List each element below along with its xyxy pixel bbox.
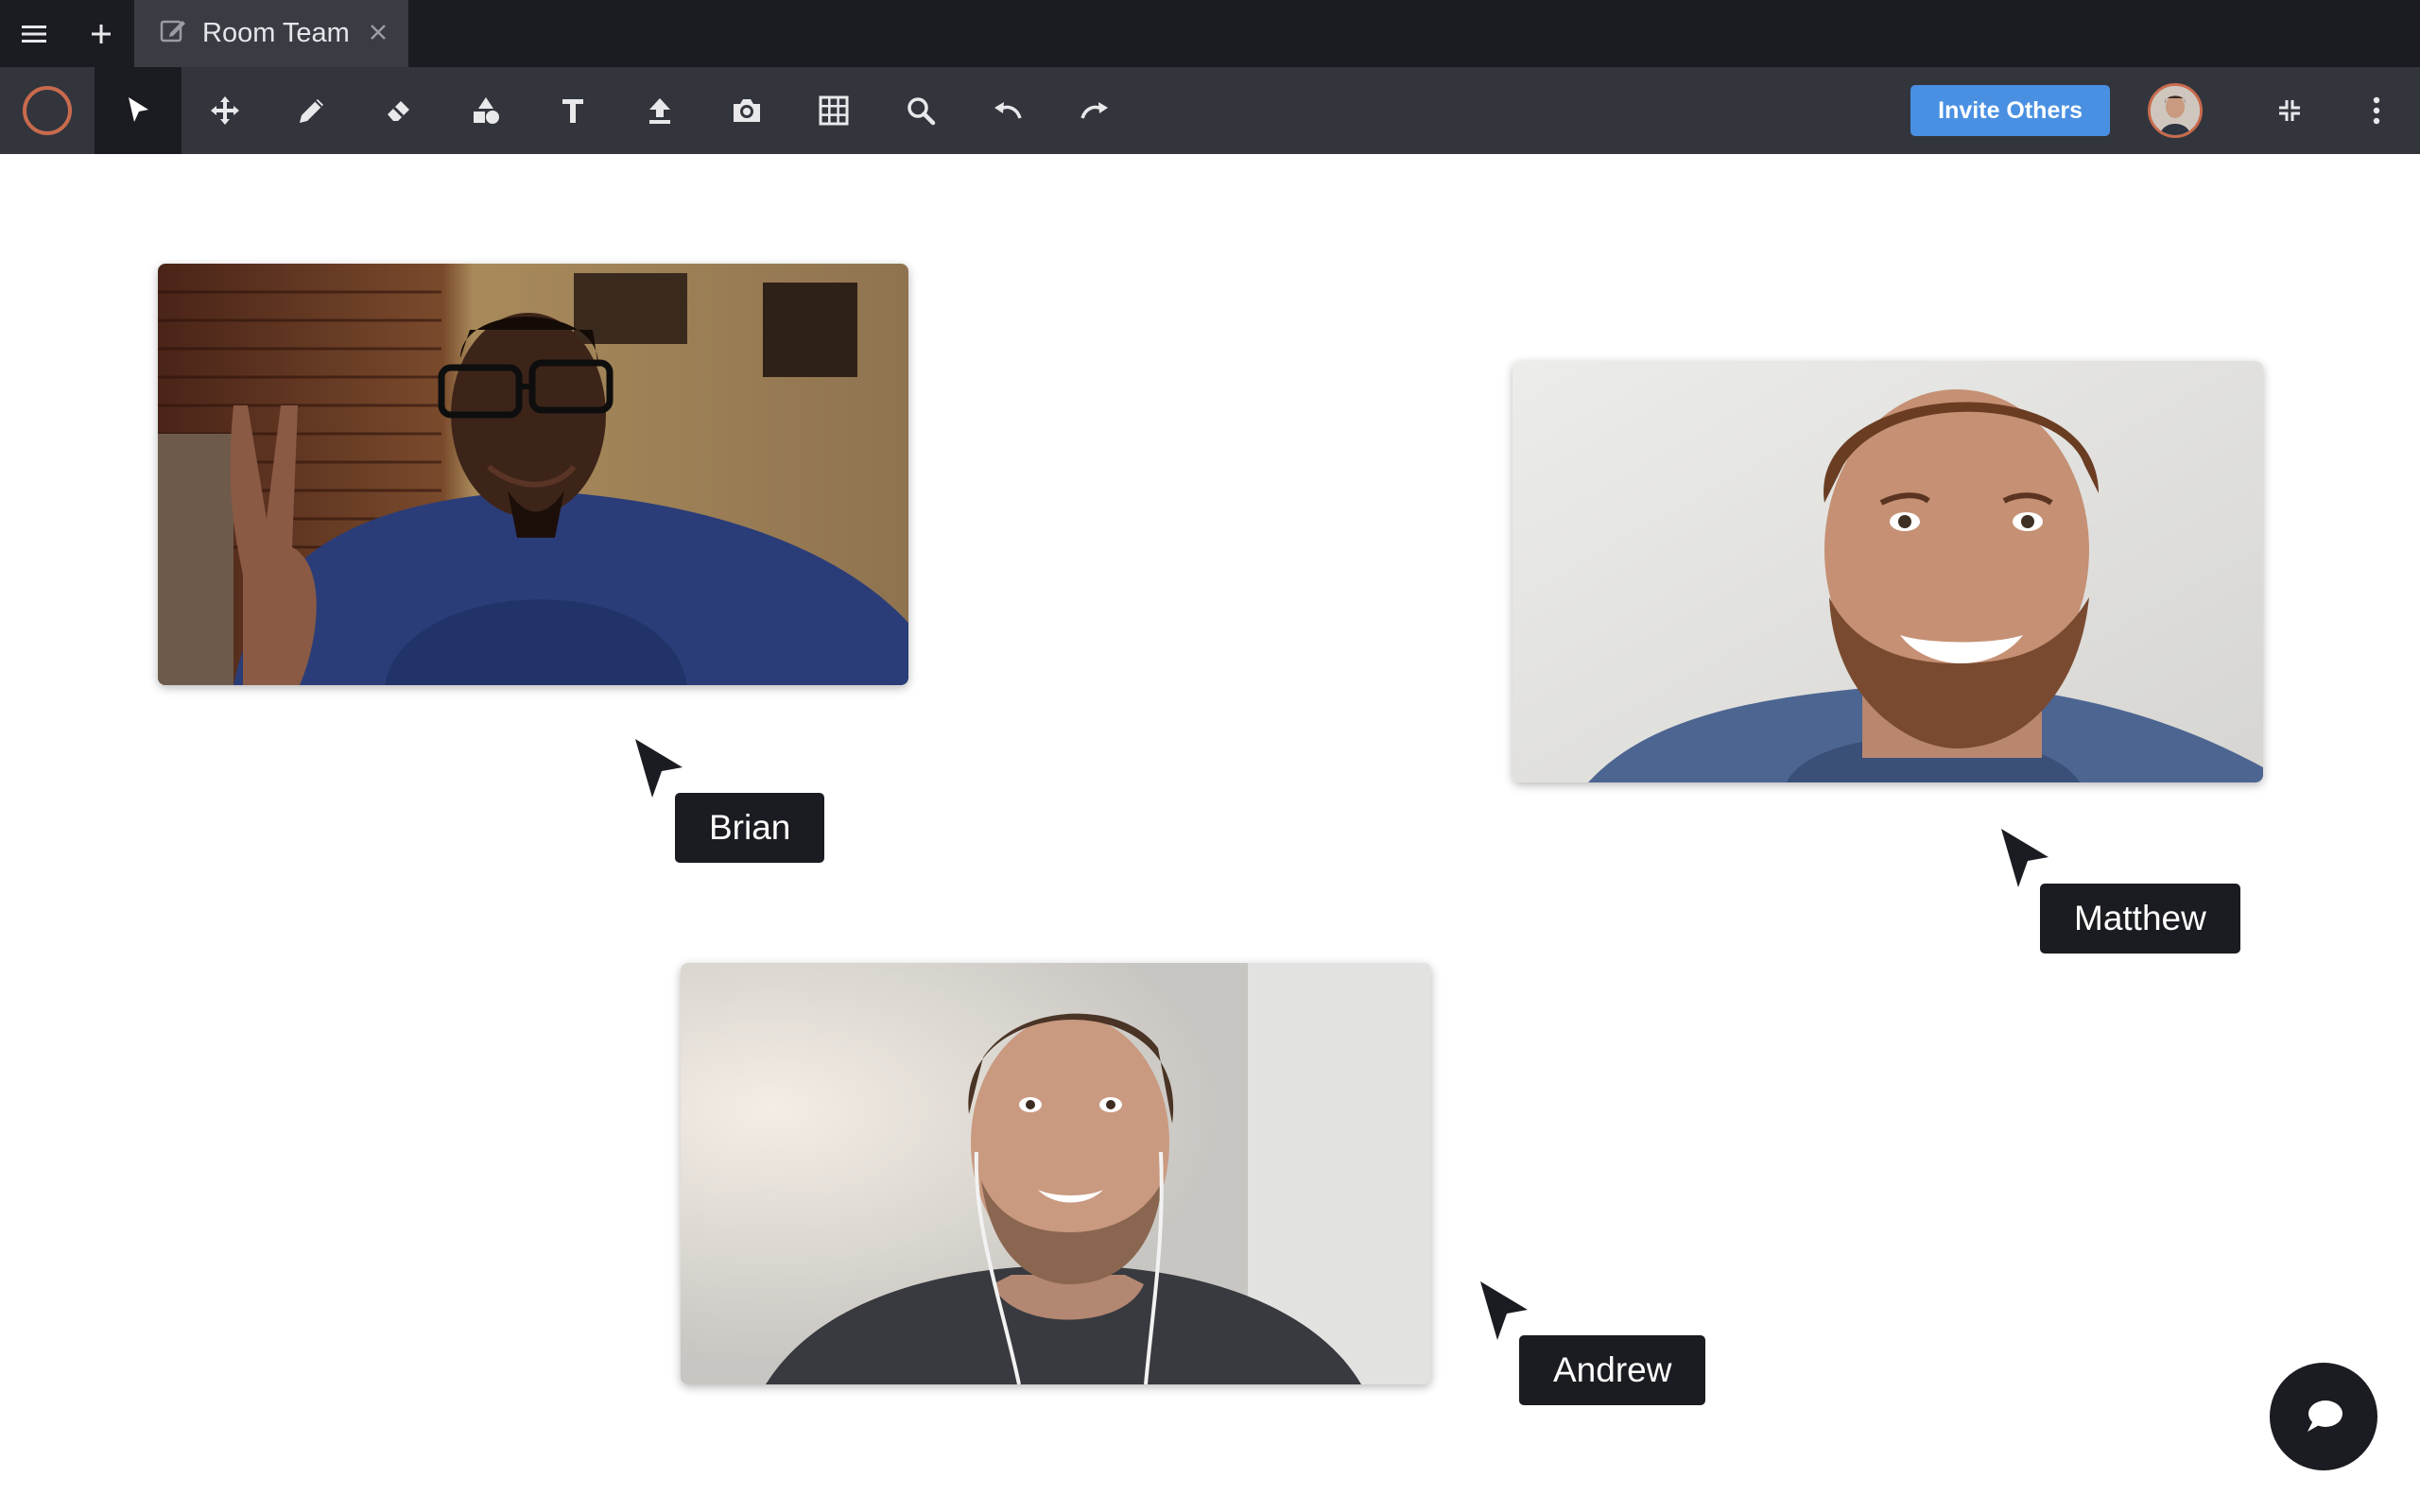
shapes-icon (474, 97, 499, 124)
redo-button[interactable] (1051, 67, 1138, 154)
user-avatar[interactable] (2148, 83, 2203, 138)
new-tab-button[interactable] (67, 0, 134, 67)
redo-icon (1080, 102, 1108, 119)
move-tool[interactable] (182, 67, 268, 154)
chat-bubble-icon (2308, 1400, 2342, 1432)
more-options-button[interactable] (2333, 67, 2420, 154)
tab-title: Room Team (202, 18, 350, 48)
table-tool[interactable] (790, 67, 877, 154)
minimize-button[interactable] (2246, 67, 2333, 154)
eraser-tool[interactable] (355, 67, 442, 154)
menu-icon[interactable] (0, 0, 67, 67)
participant-video (158, 264, 908, 685)
grid-icon (819, 95, 849, 126)
name-tag-brian: Brian (675, 793, 825, 863)
undo-icon (994, 102, 1022, 119)
camera-tool[interactable] (703, 67, 790, 154)
select-tool[interactable] (95, 67, 182, 154)
participant-video (681, 963, 1431, 1384)
toolbar: Invite Others (0, 67, 2420, 154)
name-tag-matthew: Matthew (2040, 884, 2240, 954)
toolbar-right: Invite Others (1910, 67, 2420, 154)
cursor-icon (2001, 829, 2048, 887)
tab-room-team[interactable]: Room Team (134, 0, 408, 67)
pointer-icon (129, 97, 148, 122)
move-icon (211, 96, 239, 125)
edit-icon (159, 16, 187, 52)
undo-button[interactable] (964, 67, 1051, 154)
text-tool[interactable] (529, 67, 616, 154)
search-icon (908, 97, 936, 126)
camera-icon (734, 99, 760, 122)
upload-tool[interactable] (616, 67, 703, 154)
cursor-icon (635, 739, 683, 798)
video-feed-andrew[interactable] (681, 963, 1431, 1384)
eraser-icon (388, 101, 409, 121)
name-tag-andrew: Andrew (1519, 1335, 1706, 1405)
text-icon (562, 99, 583, 123)
invite-others-button[interactable]: Invite Others (1910, 85, 2110, 136)
cursor-icon (1480, 1281, 1528, 1340)
shapes-tool[interactable] (442, 67, 529, 154)
pen-tool[interactable] (268, 67, 355, 154)
avatar-icon (2151, 86, 2200, 135)
upload-icon (649, 98, 670, 124)
color-picker[interactable] (0, 67, 95, 154)
tab-bar: Room Team (0, 0, 2420, 67)
close-tab-icon[interactable] (369, 18, 388, 49)
video-feed-brian[interactable] (158, 264, 908, 685)
zoom-tool[interactable] (877, 67, 964, 154)
participant-video (1512, 361, 2263, 782)
kebab-menu-icon (2373, 96, 2380, 125)
chat-button[interactable] (2270, 1363, 2377, 1470)
color-ring-icon (23, 86, 72, 135)
video-feed-matthew[interactable] (1512, 361, 2263, 782)
collapse-icon (2279, 100, 2300, 121)
pencil-icon (300, 99, 323, 123)
